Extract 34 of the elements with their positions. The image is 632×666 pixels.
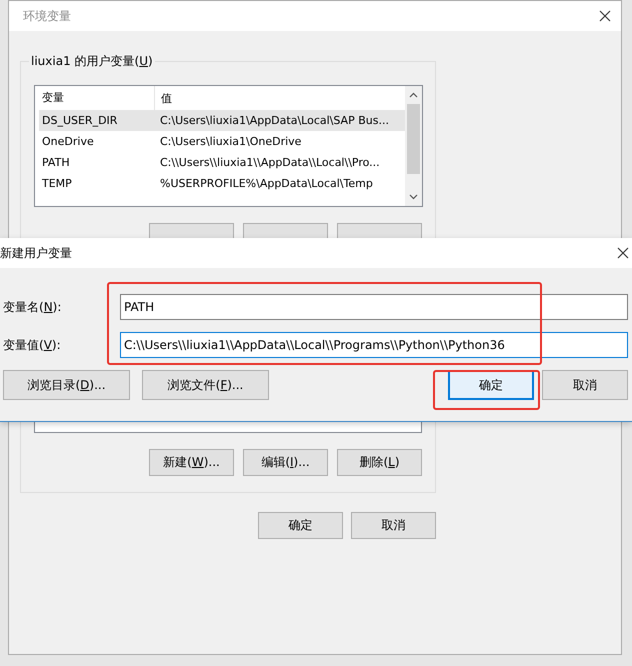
group-label: liuxia1 的用户变量(U) bbox=[29, 54, 155, 68]
field-label: 变量名(N): bbox=[3, 298, 62, 316]
list-row[interactable]: TEMP %USERPROFILE%\AppData\Local\Temp bbox=[39, 173, 405, 194]
dialog-button[interactable]: 确定 bbox=[448, 370, 534, 400]
list-row[interactable]: DS_USER_DIR C:\Users\liuxia1\AppData\Local\SAP Bus... bbox=[39, 110, 405, 131]
dialog-button[interactable]: 取消 bbox=[351, 512, 436, 539]
scroll-up-icon[interactable] bbox=[409, 92, 418, 98]
dialog-button[interactable]: 确定 bbox=[258, 512, 343, 539]
list-row[interactable]: PATH C:\\Users\\liuxia1\\AppData\\Local\\Pro... bbox=[39, 152, 405, 173]
scroll-down-icon[interactable] bbox=[409, 194, 418, 200]
column-header[interactable]: 值 bbox=[155, 90, 172, 106]
variable-name: OneDrive bbox=[41, 135, 95, 148]
close-icon[interactable] bbox=[599, 10, 611, 22]
variable-name: TEMP bbox=[41, 177, 73, 190]
variable-value: %USERPROFILE%\AppData\Local\Temp bbox=[159, 177, 373, 190]
input-field[interactable]: PATH bbox=[120, 294, 628, 320]
list-row[interactable]: OneDrive C:\Users\liuxia1\OneDrive bbox=[39, 131, 405, 152]
dialog-title: 新建用户变量 bbox=[0, 244, 72, 262]
close-icon[interactable] bbox=[617, 247, 629, 259]
browse-button[interactable]: 浏览目录(D)... bbox=[3, 370, 130, 400]
field-label: 变量值(V): bbox=[3, 336, 62, 354]
scrollbar[interactable] bbox=[405, 86, 422, 206]
window-title: 环境变量 bbox=[23, 8, 71, 24]
variable-value: C:\\Users\\liuxia1\\AppData\\Local\\Pro... bbox=[159, 156, 380, 169]
variable-name: PATH bbox=[41, 156, 71, 169]
list-action-button[interactable]: 编辑(I)... bbox=[243, 449, 328, 476]
variable-value: C:\Users\liuxia1\AppData\Local\SAP Bus... bbox=[159, 114, 389, 127]
dialog-button[interactable]: 取消 bbox=[542, 370, 628, 400]
list-action-button[interactable]: 新建(W)... bbox=[149, 449, 234, 476]
browse-button[interactable]: 浏览文件(F)... bbox=[142, 370, 269, 400]
variable-value: C:\Users\liuxia1\OneDrive bbox=[159, 135, 302, 148]
variable-name: DS_USER_DIR bbox=[41, 114, 118, 127]
input-field[interactable]: C:\\Users\\liuxia1\\AppData\\Local\\Programs\\Python\\Python36 bbox=[120, 332, 628, 358]
list-action-button[interactable]: 删除(L) bbox=[337, 449, 422, 476]
